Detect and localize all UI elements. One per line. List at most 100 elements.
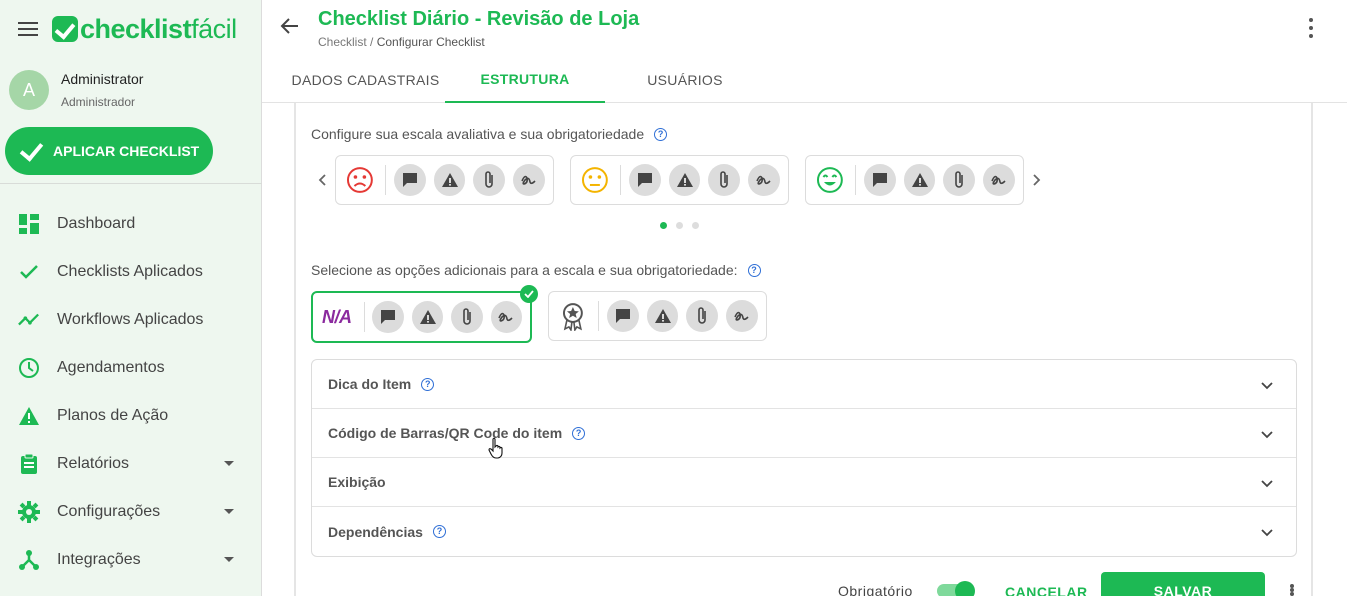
accordion-dica-do-item[interactable]: Dica do Item? [312,360,1296,409]
comment-icon[interactable] [606,300,639,332]
chevron-left-icon[interactable] [317,173,331,187]
attachment-icon[interactable] [943,164,976,196]
chevron-down-icon[interactable] [1260,476,1274,490]
user-name: Administrator [61,71,144,87]
warning-icon[interactable] [411,301,444,333]
sidebar-item-agendamentos[interactable]: Agendamentos [0,344,262,392]
chevron-down-icon[interactable] [1260,378,1274,392]
tab-bar: DADOS CADASTRAIS ESTRUTURA USUÁRIOS [262,56,1347,103]
sad-face-icon [346,167,373,193]
warning-icon[interactable] [646,300,679,332]
hub-icon [18,549,40,571]
sidebar-nav: Dashboard Checklists Aplicados Workflows… [0,200,262,584]
accordion-exibicao[interactable]: Exibição [312,458,1296,507]
help-icon[interactable]: ? [432,525,446,538]
sidebar-item-integracoes[interactable]: Integrações [0,536,262,584]
warning-icon [18,405,40,427]
signature-icon[interactable] [983,164,1015,196]
save-button[interactable]: SALVAR [1101,572,1265,596]
comment-icon[interactable] [393,164,426,196]
comment-icon[interactable] [863,164,896,196]
chevron-down-icon[interactable] [224,557,234,562]
chevron-down-icon[interactable] [1260,427,1274,441]
attachment-icon[interactable] [708,164,741,196]
gear-icon [18,501,40,523]
sidebar-item-configuracoes[interactable]: Configurações [0,488,262,536]
sidebar-item-workflows-aplicados[interactable]: Workflows Aplicados [0,296,262,344]
help-icon[interactable]: ? [654,127,668,141]
comment-icon[interactable] [372,301,404,333]
sidebar-divider [0,183,262,184]
user-role: Administrador [61,95,136,109]
chevron-down-icon[interactable] [224,461,234,466]
attachment-icon[interactable] [686,300,719,332]
dashboard-icon [18,213,40,235]
warning-icon[interactable] [903,164,936,196]
breadcrumb-root[interactable]: Checklist [318,35,367,49]
sidebar-item-relatorios[interactable]: Relatórios [0,440,262,488]
sidebar-item-dashboard[interactable]: Dashboard [0,200,262,248]
neutral-face-icon [581,167,608,193]
accordion-codigo-barras[interactable]: Código de Barras/QR Code do item? [312,409,1296,458]
avatar: A [9,70,49,110]
chevron-right-icon[interactable] [1030,173,1044,187]
breadcrumb-current: Configurar Checklist [376,35,485,49]
breadcrumb: Checklist / Configurar Checklist [318,35,485,49]
tab-dados-cadastrais[interactable]: DADOS CADASTRAIS [286,56,445,103]
carousel-dot[interactable] [676,222,683,229]
signature-icon[interactable] [726,300,758,332]
required-toggle[interactable] [937,581,975,596]
more-options-icon[interactable] [1303,18,1319,38]
clock-icon [18,357,40,379]
check-icon [17,141,43,161]
scale-section-label: Configure sua escala avaliativa e sua ob… [311,126,668,142]
warning-icon[interactable] [668,164,701,196]
user-profile[interactable]: A Administrator Administrador [9,70,143,110]
back-arrow-icon[interactable] [280,16,302,38]
more-options-icon[interactable] [1290,584,1296,596]
additional-section-label: Selecione as opções adicionais para a es… [311,262,761,278]
signature-icon[interactable] [513,164,545,196]
help-icon[interactable]: ? [572,426,586,440]
warning-icon[interactable] [433,164,466,196]
na-option-card[interactable]: N/A [311,285,538,343]
attachment-icon[interactable] [451,301,483,333]
award-icon [562,303,583,331]
signature-icon[interactable] [490,301,522,333]
scale-card-neutral[interactable] [570,155,789,205]
carousel-dot[interactable] [660,222,667,229]
chevron-down-icon[interactable] [1260,525,1274,539]
clipboard-icon [18,453,40,475]
sidebar-item-checklists-aplicados[interactable]: Checklists Aplicados [0,248,262,296]
attachment-icon[interactable] [473,164,506,196]
carousel-pagination [660,222,708,229]
hand-cursor-icon [488,437,503,459]
check-icon [18,261,40,283]
help-icon[interactable]: ? [421,377,435,391]
tab-estrutura[interactable]: ESTRUTURA [445,56,605,103]
logo-check-icon [52,16,78,42]
scale-card-good[interactable] [805,155,1024,205]
cancel-button[interactable]: CANCELAR [1005,584,1088,596]
happy-face-icon [816,167,843,193]
sidebar: checklistfácil A Administrator Administr… [0,0,262,596]
trending-icon [18,309,40,331]
item-settings-accordion: Dica do Item? Código de Barras/QR Code d… [311,359,1297,557]
chevron-down-icon[interactable] [224,509,234,514]
comment-icon[interactable] [628,164,661,196]
accordion-dependencias[interactable]: Dependências? [312,507,1296,556]
selected-check-icon [520,285,538,303]
page-title: Checklist Diário - Revisão de Loja [318,8,640,30]
apply-checklist-button[interactable]: APLICAR CHECKLIST [5,127,213,175]
scale-card-bad[interactable] [335,155,554,205]
menu-icon[interactable] [18,22,38,38]
carousel-dot[interactable] [692,222,699,229]
logo-text: checklistfácil [80,13,237,44]
award-option-card[interactable] [548,291,767,341]
logo[interactable]: checklistfácil [52,14,237,44]
signature-icon[interactable] [748,164,780,196]
help-icon[interactable]: ? [747,263,761,277]
tab-usuarios[interactable]: USUÁRIOS [605,56,765,103]
required-label: Obrigatório [838,583,913,596]
sidebar-item-planos-de-acao[interactable]: Planos de Ação [0,392,262,440]
